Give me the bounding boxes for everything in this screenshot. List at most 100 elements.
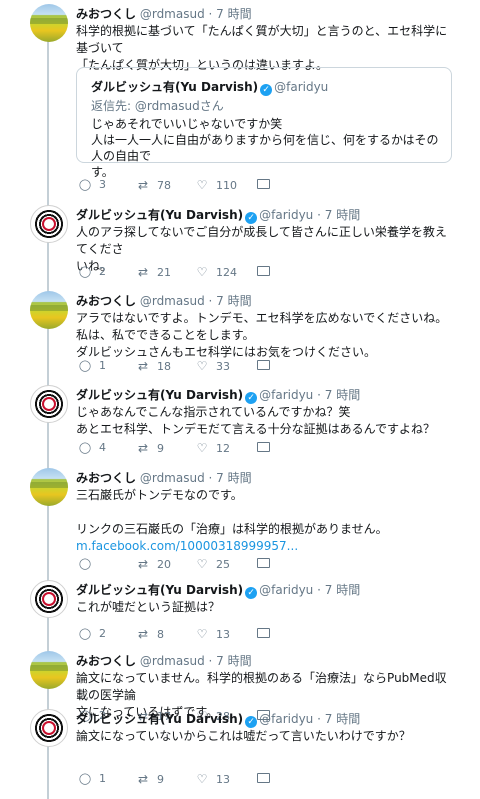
- timestamp[interactable]: · 7 時間: [317, 712, 360, 726]
- quoted-author-handle: @faridyu: [274, 80, 329, 94]
- reply-button[interactable]: ◯ 1: [78, 359, 106, 372]
- like-count: 33: [216, 360, 230, 373]
- retweet-button[interactable]: ⇄ 78: [136, 178, 171, 192]
- timestamp[interactable]: · 7 時間: [209, 7, 252, 21]
- author-handle[interactable]: @faridyu: [259, 208, 313, 222]
- share-button[interactable]: [256, 557, 277, 570]
- avatar[interactable]: [30, 385, 68, 423]
- reply-icon: ◯: [78, 441, 92, 454]
- avatar[interactable]: [30, 709, 68, 747]
- author-name[interactable]: みおつくし: [76, 294, 136, 308]
- retweet-icon: ⇄: [137, 772, 149, 786]
- tweet-text: 論文になっていないからこれは嘘だって言いたいわけですか？: [76, 728, 456, 745]
- author-handle[interactable]: @rdmasud: [140, 654, 205, 668]
- like-button[interactable]: ♡ 13: [195, 772, 230, 786]
- share-button[interactable]: [256, 178, 277, 191]
- reply-icon: ◯: [78, 627, 92, 640]
- heart-icon: ♡: [196, 557, 208, 571]
- timestamp[interactable]: · 7 時間: [317, 208, 360, 222]
- like-button[interactable]: ♡ 124: [195, 265, 237, 279]
- retweet-count: 78: [157, 179, 171, 192]
- reply-count: 1: [99, 772, 106, 785]
- share-button[interactable]: [256, 359, 277, 372]
- avatar[interactable]: [30, 651, 68, 689]
- reply-icon: ◯: [78, 557, 92, 570]
- tweet-text-line: 三石巌氏がトンデモなのです。: [76, 488, 243, 502]
- tweet-header: ダルビッシュ有(Yu Darvish) ✓ @faridyu · 7 時間: [76, 206, 360, 224]
- avatar[interactable]: [30, 4, 68, 42]
- author-handle[interactable]: @rdmasud: [140, 294, 205, 308]
- avatar[interactable]: [30, 205, 68, 243]
- tweet-header: みおつくし @rdmasud · 7 時間: [76, 469, 252, 486]
- author-name[interactable]: みおつくし: [76, 471, 136, 485]
- author-name[interactable]: ダルビッシュ有(Yu Darvish): [76, 208, 243, 222]
- retweet-icon: ⇄: [137, 627, 149, 641]
- tweet-header: みおつくし @rdmasud · 7 時間: [76, 652, 252, 669]
- like-count: 13: [216, 773, 230, 786]
- reply-button[interactable]: ◯ 2: [78, 627, 106, 640]
- tweet-text: じゃあなんでこんな指示されているんですかね？笑 あとエセ科学、トンデモだて言える十…: [76, 404, 456, 438]
- share-button[interactable]: [256, 441, 277, 454]
- like-button[interactable]: ♡ 33: [195, 359, 230, 373]
- author-name[interactable]: ダルビッシュ有(Yu Darvish): [76, 388, 243, 402]
- retweet-button[interactable]: ⇄ 9: [136, 772, 164, 786]
- team-logo-letter: [42, 217, 56, 231]
- tweet-text-line: リンクの三石巌氏の「治療」は科学的根拠がありません。: [76, 522, 388, 536]
- tweet-text-line: あとエセ科学、トンデモだて言える十分な証拠はあるんですよね？: [76, 422, 436, 436]
- timestamp[interactable]: · 7 時間: [209, 471, 252, 485]
- author-handle[interactable]: @rdmasud: [140, 7, 205, 21]
- author-handle[interactable]: @rdmasud: [140, 471, 205, 485]
- reply-button[interactable]: ◯ 2: [78, 265, 106, 278]
- tweet-text-line: 論文になっていないからこれは嘘だって言いたいわけですか？: [76, 729, 411, 743]
- reply-icon: ◯: [78, 359, 92, 372]
- tweet-header: みおつくし @rdmasud · 7 時間: [76, 292, 252, 309]
- reply-button[interactable]: ◯ 4: [78, 441, 106, 454]
- timestamp[interactable]: · 7 時間: [317, 388, 360, 402]
- author-handle[interactable]: @faridyu: [259, 583, 313, 597]
- tweet-link[interactable]: m.facebook.com/10000318999957...: [76, 538, 456, 555]
- like-button[interactable]: ♡ 25: [195, 557, 230, 571]
- verified-badge-icon: ✓: [260, 84, 273, 96]
- like-button[interactable]: ♡ 110: [195, 178, 237, 192]
- share-button[interactable]: [256, 265, 277, 278]
- tweet-text: 三石巌氏がトンデモなのです。リンクの三石巌氏の「治療」は科学的根拠がありません。…: [76, 487, 456, 555]
- reply-icon: ◯: [78, 772, 92, 785]
- share-button[interactable]: [256, 772, 277, 785]
- reply-button[interactable]: ◯ 1: [78, 772, 106, 785]
- heart-icon: ♡: [196, 178, 208, 192]
- like-count: 110: [216, 179, 237, 192]
- like-button[interactable]: ♡ 13: [195, 627, 230, 641]
- retweet-button[interactable]: ⇄ 21: [136, 265, 171, 279]
- quoted-tweet[interactable]: ダルビッシュ有(Yu Darvish) ✓ @faridyu 返信先: @rdmasu…: [76, 67, 452, 179]
- quoted-author-name: ダルビッシュ有(Yu Darvish): [91, 80, 259, 94]
- like-button[interactable]: ♡ 12: [195, 441, 230, 455]
- author-name[interactable]: みおつくし: [76, 654, 136, 668]
- retweet-button[interactable]: ⇄ 20: [136, 557, 171, 571]
- author-handle[interactable]: @faridyu: [259, 388, 313, 402]
- avatar[interactable]: [30, 580, 68, 618]
- avatar[interactable]: [30, 291, 68, 329]
- tweet-text-line: 科学的根拠に基づいて「たんぱく質が大切」と言うのと、エセ科学に基づいて: [76, 24, 448, 55]
- heart-icon: ♡: [196, 441, 208, 455]
- tweet-header: みおつくし @rdmasud · 7 時間: [76, 5, 252, 22]
- timestamp[interactable]: · 7 時間: [317, 583, 360, 597]
- tweet-text-line: アラではないですよ。トンデモ、エセ科学を広めないでくださいね。: [76, 311, 448, 325]
- team-logo-letter: [42, 397, 56, 411]
- retweet-button[interactable]: ⇄ 18: [136, 359, 171, 373]
- author-name[interactable]: ダルビッシュ有(Yu Darvish): [76, 583, 243, 597]
- share-button[interactable]: [256, 627, 277, 640]
- author-name[interactable]: ダルビッシュ有(Yu Darvish): [76, 712, 243, 726]
- timestamp[interactable]: · 7 時間: [209, 654, 252, 668]
- retweet-icon: ⇄: [137, 557, 149, 571]
- retweet-button[interactable]: ⇄ 8: [136, 627, 164, 641]
- timestamp[interactable]: · 7 時間: [209, 294, 252, 308]
- reply-button[interactable]: ◯ 3: [78, 178, 106, 191]
- author-handle[interactable]: @faridyu: [259, 712, 313, 726]
- reply-button[interactable]: ◯: [78, 557, 99, 570]
- author-name[interactable]: みおつくし: [76, 7, 136, 21]
- verified-badge-icon: ✓: [245, 716, 258, 728]
- verified-badge-icon: ✓: [245, 587, 258, 599]
- avatar[interactable]: [30, 468, 68, 506]
- retweet-count: 8: [157, 628, 164, 641]
- retweet-button[interactable]: ⇄ 9: [136, 441, 164, 455]
